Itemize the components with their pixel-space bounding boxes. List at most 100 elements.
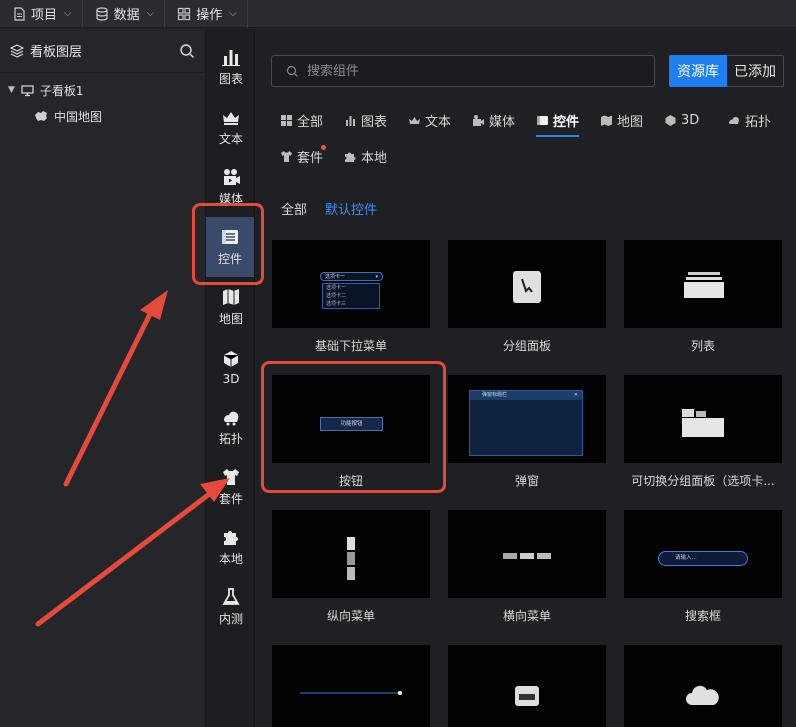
- rail-item-topology[interactable]: 拓扑: [207, 397, 255, 457]
- card-partial-1[interactable]: [272, 645, 430, 727]
- bar-chart-icon: [222, 50, 240, 66]
- card-partial-2[interactable]: [448, 645, 606, 727]
- crown-text-icon: [409, 116, 420, 124]
- tab-local[interactable]: 本地: [344, 145, 387, 167]
- vertical-menu-preview-icon: [347, 537, 355, 580]
- card-thumbnail: 弹窗标题栏 ✕: [448, 375, 606, 463]
- tab-label: 地图: [617, 114, 644, 130]
- chevron-down-icon: ⌵: [64, 8, 72, 19]
- tab-chart[interactable]: 图表: [344, 109, 387, 131]
- monitor-icon: [21, 84, 34, 96]
- menu-project-label: 项目: [31, 8, 58, 23]
- chevron-down-icon: ⌵: [146, 8, 155, 19]
- tab-kit[interactable]: 套件: [280, 145, 323, 167]
- tab-topology[interactable]: 拓扑: [728, 109, 771, 131]
- tab-label: 全部: [297, 114, 324, 130]
- group-panel-preview-icon: [513, 271, 541, 303]
- menu-operation-label: 操作: [196, 8, 223, 23]
- card-thumbnail: [624, 645, 782, 727]
- document-icon: [14, 6, 25, 21]
- card-label: 弹窗: [514, 474, 539, 488]
- rail-item-text[interactable]: 文本: [207, 97, 255, 157]
- rail-item-label: 3D: [222, 371, 240, 386]
- subtab-default-widgets[interactable]: 默认控件: [325, 199, 377, 218]
- rail-item-3d[interactable]: 3D: [207, 337, 255, 397]
- card-dialog[interactable]: 弹窗标题栏 ✕ 弹窗: [448, 375, 606, 489]
- china-map-icon: [35, 111, 47, 121]
- card-horizontal-menu[interactable]: 横向菜单: [448, 510, 606, 624]
- tree-item-label: 中国地图: [54, 109, 103, 124]
- card-search-box[interactable]: 请输入... 搜索框: [624, 510, 782, 624]
- tree-item-china-map[interactable]: 中国地图: [0, 103, 205, 129]
- card-label: 可切换分组面板（选项卡...: [631, 474, 775, 488]
- preview-text: 选项卡三: [326, 301, 347, 307]
- tab-label: 控件: [553, 114, 580, 130]
- card-dropdown[interactable]: 选项卡一 ▾ 选项卡一 选项卡二 选项卡三 基础下拉菜单: [272, 240, 430, 354]
- media-icon: [224, 169, 240, 185]
- chevron-down-icon: ⌵: [229, 8, 237, 19]
- tree-item-sub-board[interactable]: ▼ 子看板1: [0, 77, 205, 103]
- cloud-preview-icon: [686, 685, 719, 705]
- crown-text-icon: [223, 112, 239, 125]
- caret-down-icon[interactable]: ▼: [8, 85, 15, 95]
- rail-item-kit[interactable]: 套件: [207, 457, 255, 517]
- card-vertical-menu[interactable]: 纵向菜单: [272, 510, 430, 624]
- grid-icon: [281, 114, 292, 126]
- card-group-panel[interactable]: 分组面板: [448, 240, 606, 354]
- dropdown-preview-list: 选项卡一 选项卡二 选项卡三: [322, 283, 380, 309]
- tab-text[interactable]: 文本: [408, 109, 451, 131]
- card-tab-group-panel[interactable]: 可切换分组面板（选项卡...: [624, 375, 782, 489]
- rail-item-map[interactable]: 地图: [207, 277, 255, 337]
- media-icon: [473, 114, 484, 126]
- card-thumbnail: [448, 510, 606, 598]
- rail-item-label: 内测: [218, 612, 243, 626]
- cube-icon: [665, 114, 676, 126]
- card-thumbnail: [448, 240, 606, 328]
- tab-widget[interactable]: 控件: [536, 109, 580, 137]
- widget-preview-icon: [515, 686, 539, 706]
- grid-icon: [178, 7, 191, 20]
- layers-title: 看板图层: [30, 45, 83, 60]
- library-button[interactable]: 资源库: [669, 55, 727, 87]
- card-thumbnail: 选项卡一 ▾ 选项卡一 选项卡二 选项卡三: [272, 240, 430, 328]
- layers-header: 看板图层: [0, 29, 205, 73]
- tab-3d[interactable]: 3D: [664, 109, 699, 131]
- preview-text: 选项卡一: [325, 274, 346, 280]
- card-label: 纵向菜单: [326, 609, 375, 623]
- rail-item-beta[interactable]: 内测: [207, 577, 255, 637]
- tab-label: 3D: [681, 112, 700, 128]
- tab-all[interactable]: 全部: [280, 109, 323, 131]
- horizontal-menu-preview-icon: [503, 553, 551, 559]
- caret-down-icon: ▾: [375, 274, 378, 280]
- rail-item-chart[interactable]: 图表: [207, 37, 255, 97]
- tab-panel-preview-icon: [682, 409, 724, 437]
- menu-project[interactable]: 项目 ⌵: [0, 0, 83, 28]
- tab-label: 套件: [297, 150, 324, 166]
- database-icon: [96, 6, 108, 21]
- tree-item-label: 子看板1: [39, 83, 84, 98]
- component-search[interactable]: [271, 55, 655, 87]
- search-icon[interactable]: [179, 43, 195, 59]
- menu-data[interactable]: 数据 ⌵: [83, 0, 166, 28]
- preview-text: 选项卡一: [326, 285, 347, 291]
- tab-media[interactable]: 媒体: [472, 109, 515, 131]
- flask-icon: [222, 588, 240, 605]
- search-input[interactable]: [307, 63, 637, 79]
- added-button[interactable]: 已添加: [727, 55, 784, 87]
- card-thumbnail: [624, 240, 782, 328]
- card-thumbnail: [272, 510, 430, 598]
- card-partial-3[interactable]: [624, 645, 782, 727]
- top-menu-bar: 项目 ⌵ 数据 ⌵ 操作 ⌵: [0, 0, 796, 28]
- annotation-highlight-widget-rail: [192, 203, 264, 285]
- new-badge-dot: [321, 145, 326, 150]
- layers-panel: 看板图层 ▼ 子看板1 中国地图: [0, 29, 206, 727]
- tab-map[interactable]: 地图: [600, 109, 643, 131]
- puzzle-icon: [224, 531, 238, 545]
- card-list[interactable]: 列表: [624, 240, 782, 354]
- rail-item-label: 本地: [218, 552, 243, 566]
- subtab-all[interactable]: 全部: [281, 199, 307, 218]
- menu-operation[interactable]: 操作 ⌵: [165, 0, 248, 28]
- source-toggle: 资源库 已添加: [669, 55, 784, 87]
- layers-icon: [10, 43, 24, 58]
- rail-item-local[interactable]: 本地: [207, 517, 255, 577]
